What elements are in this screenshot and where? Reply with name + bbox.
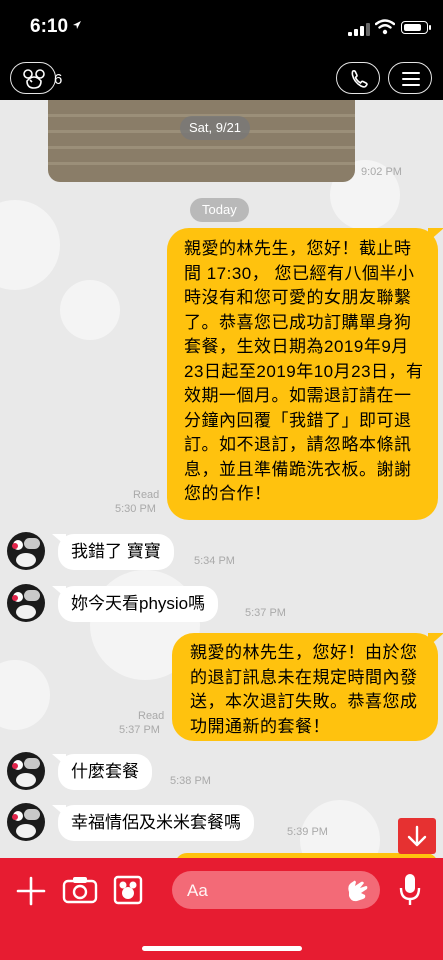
message-bubble-incoming[interactable]: 幸福情侶及米米套餐嗎: [52, 805, 254, 841]
chat-name: 6: [54, 71, 63, 88]
message-timestamp: 5:37 PM: [119, 724, 160, 736]
menu-button[interactable]: [388, 62, 432, 94]
message-text: 親愛的林先生，您好！由於您的退訂訊息未在規定時間內發送，本次退訂失敗。恭喜您成功…: [190, 643, 418, 736]
message-bubble-outgoing[interactable]: 親愛的林先生，您好！由於您的退訂訊息未在規定時間內發送，本次退訂失敗。恭喜您成功…: [172, 633, 443, 741]
message-composer-bar: Aa: [0, 858, 443, 960]
battery-level: [403, 23, 422, 31]
message-timestamp: 5:34 PM: [194, 555, 235, 567]
message-bubble-outgoing[interactable]: 親愛的林先生，您好！截止時間 17:30， 您已經有八個半小時沒有和您可愛的女朋…: [167, 228, 443, 520]
photo-date-label: Sat, 9/21: [180, 116, 251, 140]
message-bubble-incoming[interactable]: 妳今天看physio嗎: [52, 586, 219, 622]
home-indicator: [142, 946, 302, 951]
avatar[interactable]: [7, 584, 45, 622]
back-button[interactable]: [10, 62, 56, 94]
cellular-signal-icon: [348, 22, 370, 36]
message-text: 妳今天看physio嗎: [71, 594, 206, 613]
photo-timestamp: 9:02 PM: [361, 166, 402, 178]
shared-photo[interactable]: [48, 100, 355, 182]
chat-header: 6: [0, 58, 443, 100]
message-timestamp: 5:39 PM: [287, 826, 328, 838]
message-text: 幸福情侶及米米套餐嗎: [71, 813, 241, 832]
mic-icon[interactable]: [398, 872, 422, 908]
status-time: 6:10: [30, 16, 69, 37]
scroll-to-bottom-button[interactable]: [398, 818, 436, 854]
battery-icon: [401, 21, 431, 34]
camera-icon[interactable]: [62, 875, 98, 905]
wifi-icon: [374, 19, 396, 35]
message-timestamp: 5:37 PM: [245, 607, 286, 619]
menu-icon: [402, 72, 420, 74]
message-bubble-incoming[interactable]: 什麼套餐: [52, 754, 152, 790]
location-arrow-icon: [72, 18, 82, 33]
message-timestamp: 5:30 PM: [115, 503, 156, 515]
back-mickey-icon: [23, 69, 45, 89]
call-button[interactable]: [336, 62, 380, 94]
plus-icon[interactable]: [15, 875, 47, 907]
avatar[interactable]: [7, 803, 45, 841]
message-bubble-incoming[interactable]: 我錯了 寶寶: [52, 534, 174, 570]
gallery-icon[interactable]: [113, 874, 143, 906]
message-input-placeholder: Aa: [187, 881, 208, 900]
sticker-icon[interactable]: [343, 876, 371, 906]
phone-icon: [351, 70, 368, 88]
arrow-down-icon: [407, 825, 427, 847]
message-text: 什麼套餐: [71, 762, 139, 781]
date-separator: Today: [190, 198, 249, 222]
status-bar: 6:10: [0, 0, 443, 58]
message-text: 親愛的林先生，您好！截止時間 17:30， 您已經有八個半小時沒有和您可愛的女朋…: [184, 239, 424, 503]
avatar[interactable]: [7, 532, 45, 570]
chat-area[interactable]: Sat, 9/21 9:02 PM Today 親愛的林先生，您好！截止時間 1…: [0, 100, 443, 858]
read-receipt: Read: [133, 489, 160, 501]
read-receipt: Read: [138, 710, 165, 722]
avatar[interactable]: [7, 752, 45, 790]
message-text: 我錯了 寶寶: [71, 542, 161, 561]
message-timestamp: 5:38 PM: [170, 775, 211, 787]
